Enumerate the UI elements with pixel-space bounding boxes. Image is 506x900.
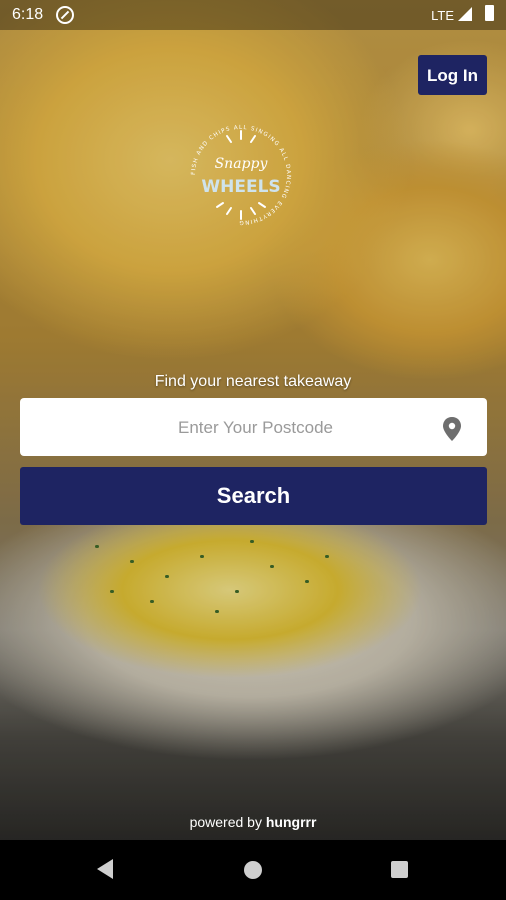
battery-icon [485,5,494,21]
android-nav-bar [0,840,506,900]
svg-text:Snappy: Snappy [215,156,269,172]
network-type: LTE [431,8,454,23]
status-bar: 6:18 LTE [0,0,506,30]
snappy-wheels-logo: FISH AND CHIPS ALL SINGING ALL DANCING E… [186,110,296,240]
powered-brand: hungrrr [265,814,317,830]
status-time: 6:18 [12,6,44,23]
app-screen: 6:18 LTE Log In FISH AND CHIPS ALL SINGI… [0,0,506,900]
back-icon[interactable] [97,859,113,879]
login-button[interactable]: Log In [418,55,487,95]
powered-by: powered by hungrrr [0,814,506,830]
recents-icon[interactable] [391,861,408,878]
postcode-input[interactable] [20,398,491,458]
home-icon[interactable] [244,861,262,879]
do-not-disturb-icon [56,6,74,24]
signal-icon [458,7,472,21]
map-pin-icon[interactable] [441,416,463,442]
powered-prefix: powered by [189,814,262,830]
search-button[interactable]: Search [20,467,487,525]
svg-text:WHEELS: WHEELS [201,177,280,197]
postcode-field[interactable] [20,398,491,458]
search-tagline: Find your nearest takeaway [154,373,352,390]
